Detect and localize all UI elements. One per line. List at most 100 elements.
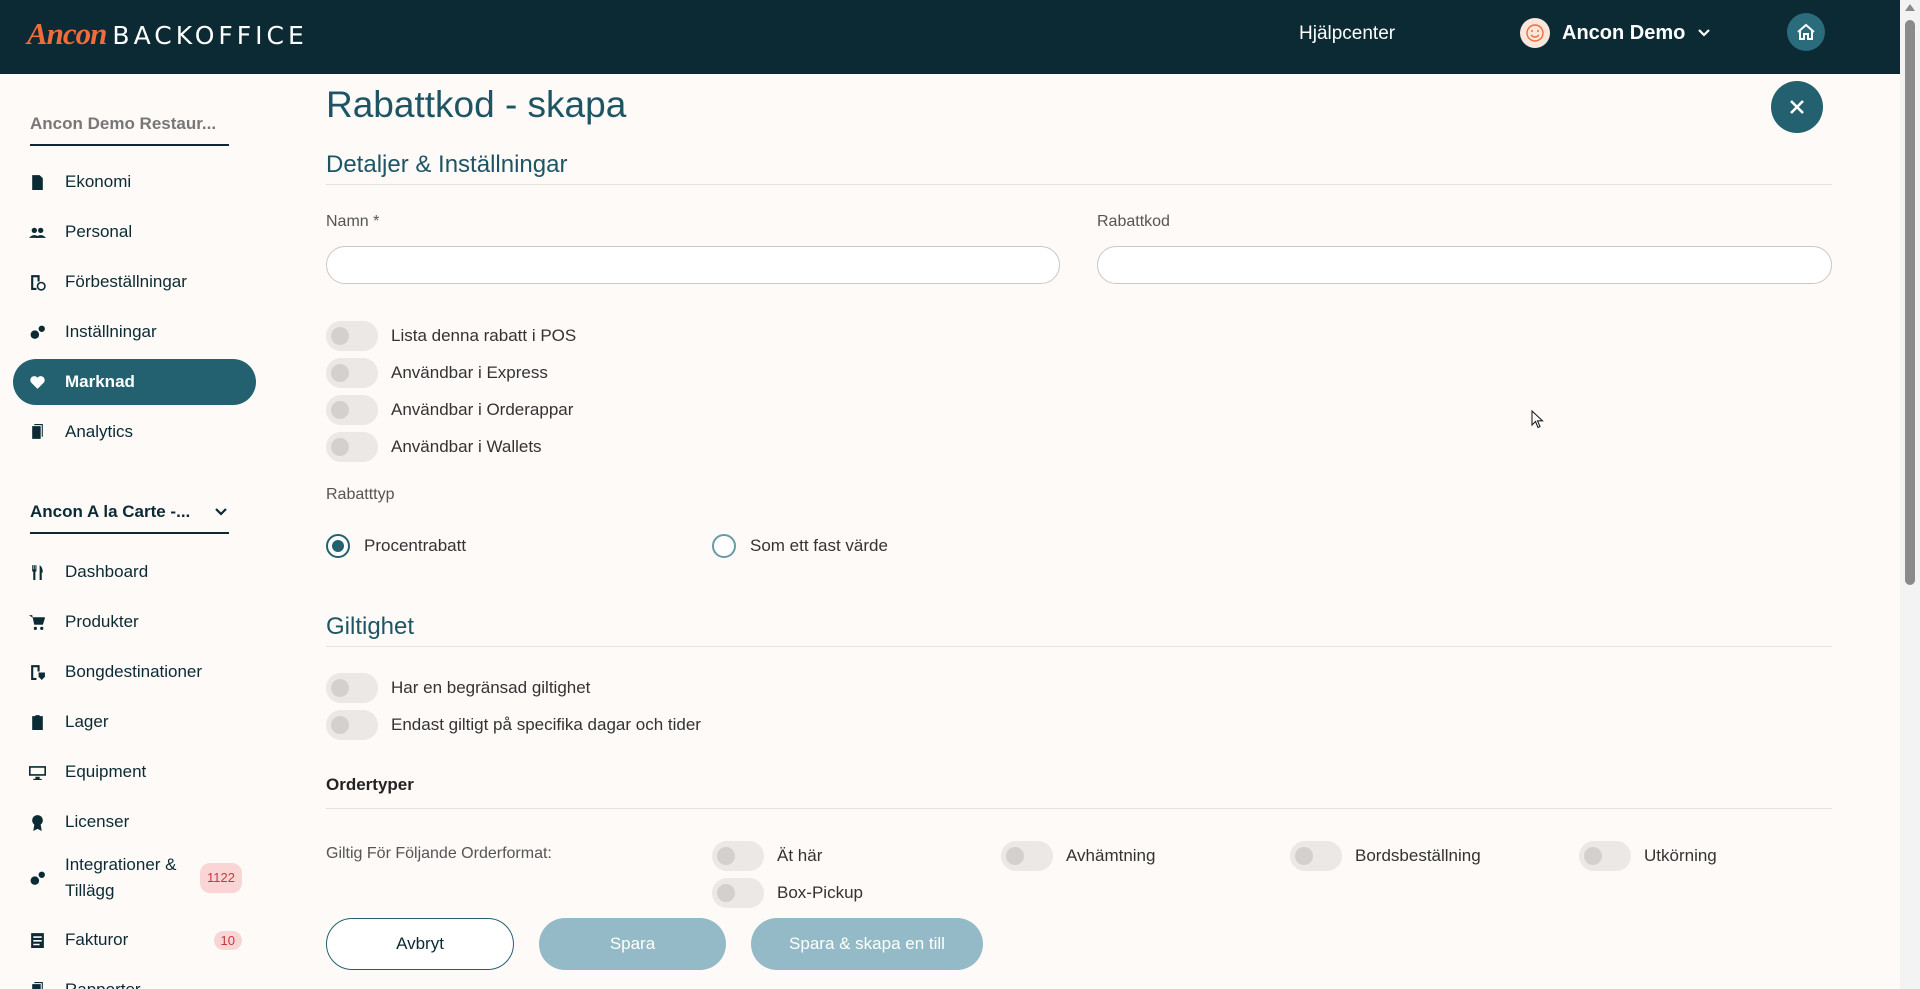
store-name: Ancon A la Carte -...: [30, 502, 191, 521]
section-title-details: Detaljer & Inställningar: [326, 151, 568, 178]
gears-icon: [27, 322, 47, 342]
usable-in-wallets-toggle[interactable]: [326, 432, 378, 462]
heart-icon: [27, 372, 47, 392]
report-icon: [27, 980, 47, 989]
sidebar-item-label: Fakturor: [65, 930, 129, 949]
sidebar-item-marknad[interactable]: Marknad: [13, 359, 256, 405]
sidebar-item-label: Förbeställningar: [65, 272, 187, 291]
delivery-toggle[interactable]: [1579, 841, 1631, 871]
order-types-heading: Ordertyper: [326, 775, 414, 794]
organization-selector[interactable]: Ancon Demo Restaur...: [30, 114, 229, 146]
store-selector[interactable]: Ancon A la Carte -...: [30, 502, 229, 534]
page-scrollbar[interactable]: [1900, 0, 1920, 989]
mouse-cursor-icon: [1531, 410, 1544, 429]
user-name: Ancon Demo: [1562, 21, 1686, 44]
name-input[interactable]: [326, 246, 1060, 284]
sidebar-item-ekonomi[interactable]: Ekonomi: [13, 159, 256, 205]
toggle-label: Lista denna rabatt i POS: [391, 326, 577, 345]
sidebar-item-rapporter[interactable]: Rapporter: [13, 967, 256, 989]
percent-radio[interactable]: [326, 534, 350, 558]
award-icon: [27, 812, 47, 832]
toggle-label: Utkörning: [1644, 846, 1717, 865]
toggle-row-wallets: Användbar i Wallets: [326, 432, 542, 462]
box-pickup-toggle[interactable]: [712, 878, 764, 908]
page-title: Rabattkod - skapa: [326, 84, 627, 125]
scroll-thumb[interactable]: [1905, 20, 1915, 585]
divider: [326, 646, 1832, 647]
takeaway-toggle[interactable]: [1001, 841, 1053, 871]
radio-label: Som ett fast värde: [750, 536, 888, 555]
chevron-down-icon: [215, 508, 227, 516]
sidebar-item-fakturor[interactable]: Fakturor 10: [13, 917, 256, 963]
sidebar-item-lager[interactable]: Lager: [13, 699, 256, 745]
toggle-row-takeaway: Avhämtning: [1001, 841, 1155, 871]
scroll-up-arrow-icon[interactable]: [1905, 4, 1915, 11]
chevron-down-icon: [1698, 29, 1711, 37]
user-menu[interactable]: Ancon Demo: [1520, 18, 1713, 48]
smiley-avatar-icon: [1520, 18, 1550, 48]
cutlery-icon: [27, 562, 47, 582]
specific-days-toggle[interactable]: [326, 710, 378, 740]
toggle-label: Användbar i Express: [391, 363, 548, 382]
toggle-label: Användbar i Orderappar: [391, 400, 574, 419]
name-label: Namn *: [326, 213, 380, 230]
report-icon: [27, 422, 47, 442]
sidebar: Ancon Demo Restaur... Ekonomi Personal F…: [0, 74, 270, 989]
sidebar-item-label: Produkter: [65, 612, 139, 631]
app-logo[interactable]: Ancon BACKOFFICE: [27, 16, 308, 52]
close-button[interactable]: [1771, 81, 1823, 133]
toggle-label: Endast giltigt på specifika dagar och ti…: [391, 715, 701, 734]
toggle-label: Ät här: [777, 846, 823, 865]
sidebar-item-licenser[interactable]: Licenser: [13, 799, 256, 845]
cancel-button[interactable]: Avbryt: [326, 918, 514, 970]
save-and-create-another-button[interactable]: Spara & skapa en till: [751, 918, 983, 970]
toggle-label: Avhämtning: [1066, 846, 1156, 865]
discount-code-label: Rabattkod: [1097, 213, 1170, 230]
sidebar-item-produkter[interactable]: Produkter: [13, 599, 256, 645]
toggle-label: Bordsbeställning: [1355, 846, 1481, 865]
sidebar-item-forbestallningar[interactable]: Förbeställningar: [13, 259, 256, 305]
radio-option-fixed[interactable]: Som ett fast värde: [712, 534, 888, 558]
sidebar-item-label: Lager: [65, 712, 109, 731]
preorder-icon: [27, 272, 47, 292]
divider: [326, 184, 1832, 185]
sidebar-item-analytics[interactable]: Analytics: [13, 409, 256, 455]
integrations-count-badge: 1122: [200, 863, 242, 893]
order-formats-label: Giltig För Följande Orderformat:: [326, 845, 552, 862]
toggle-row-box-pickup: Box-Pickup: [712, 878, 863, 908]
sidebar-item-label: Integrationer & Tillägg: [65, 855, 177, 900]
radio-option-percent[interactable]: Procentrabatt: [326, 534, 466, 558]
sidebar-item-integrationer[interactable]: Integrationer & Tillägg 1122: [13, 848, 256, 908]
sidebar-item-bongdestinationer[interactable]: Bongdestinationer: [13, 649, 256, 695]
home-icon: [1797, 23, 1815, 40]
sidebar-item-label: Dashboard: [65, 562, 149, 581]
toggle-label: Har en begränsad giltighet: [391, 678, 591, 697]
usable-in-express-toggle[interactable]: [326, 358, 378, 388]
form-footer: [270, 912, 1900, 989]
clipboard-icon: [27, 712, 47, 732]
limited-validity-toggle[interactable]: [326, 673, 378, 703]
save-button[interactable]: Spara: [539, 918, 726, 970]
sidebar-item-label: Inställningar: [65, 322, 157, 341]
discount-code-input[interactable]: [1097, 246, 1832, 284]
usable-in-orderapps-toggle[interactable]: [326, 395, 378, 425]
sidebar-item-equipment[interactable]: Equipment: [13, 749, 256, 795]
help-center-link[interactable]: Hjälpcenter: [1299, 23, 1395, 45]
logo-product: BACKOFFICE: [112, 21, 308, 50]
sidebar-item-personal[interactable]: Personal: [13, 209, 256, 255]
discount-type-label: Rabatttyp: [326, 486, 395, 503]
table-order-toggle[interactable]: [1290, 841, 1342, 871]
close-icon: [1790, 100, 1804, 114]
eat-here-toggle[interactable]: [712, 841, 764, 871]
logo-brand: Ancon: [27, 16, 107, 51]
sidebar-item-label: Ekonomi: [65, 172, 132, 191]
fixed-value-radio[interactable]: [712, 534, 736, 558]
list-in-pos-toggle[interactable]: [326, 321, 378, 351]
toggle-label: Användbar i Wallets: [391, 437, 542, 456]
toggle-row-pos: Lista denna rabatt i POS: [326, 321, 576, 351]
sidebar-item-installningar[interactable]: Inställningar: [13, 309, 256, 355]
monitor-icon: [27, 762, 47, 782]
sidebar-item-dashboard[interactable]: Dashboard: [13, 549, 256, 595]
sidebar-item-label: Rapporter: [65, 980, 141, 989]
home-button[interactable]: [1787, 13, 1825, 51]
